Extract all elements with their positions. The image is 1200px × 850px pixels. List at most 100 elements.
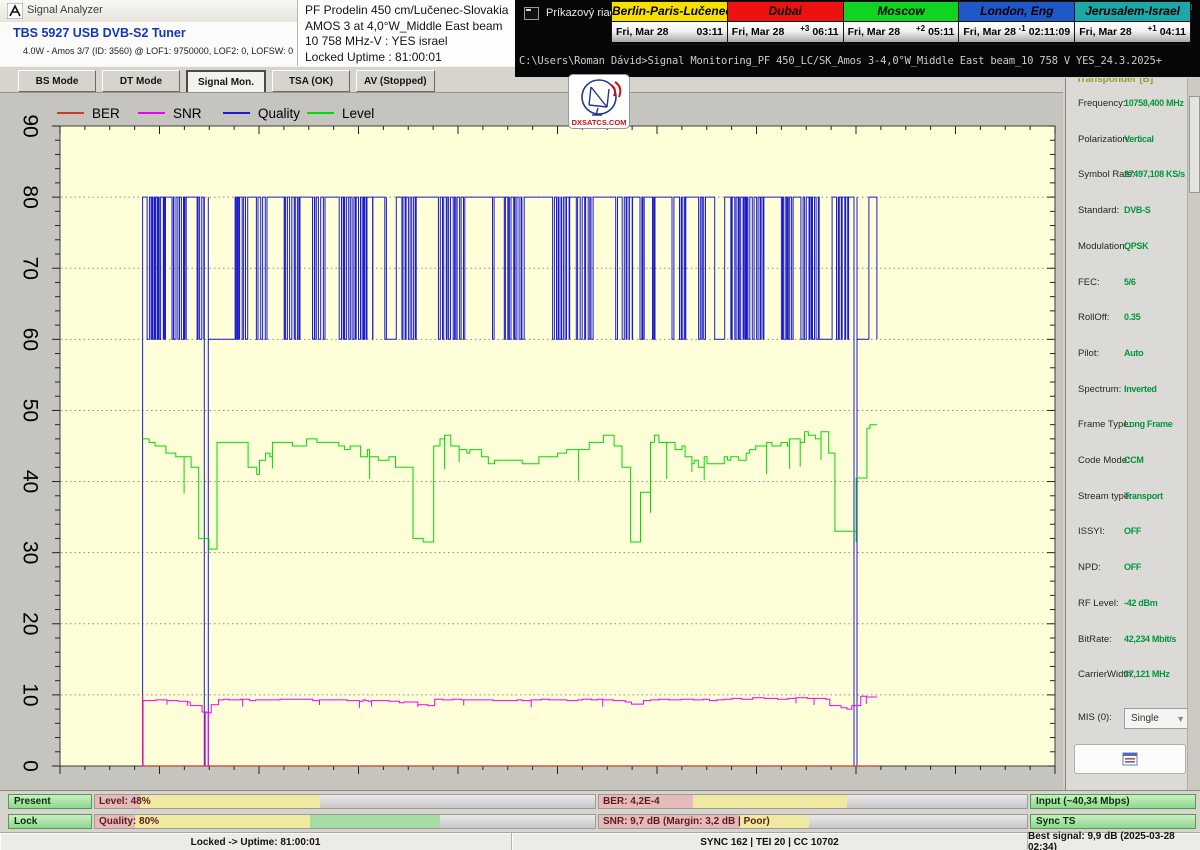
status-area: PresentLevel: 48% BER: 4,2E-4 Input (~40,3… <box>0 790 1200 833</box>
info-line: 10 758 MHz-V : YES israel <box>305 34 515 50</box>
param-label: Modulation: <box>1078 241 1127 252</box>
clock-city: Dubai <box>728 2 843 22</box>
clock-date: Fri, Mar 28 <box>1079 26 1132 38</box>
clock-time: 03:11 <box>697 26 723 38</box>
param-value: 5/6 <box>1124 277 1136 287</box>
param-label: NPD: <box>1078 562 1101 573</box>
list-icon <box>1122 752 1138 766</box>
param-label: RollOff: <box>1078 312 1110 323</box>
bottom-statusbar: Locked -> Uptime: 81:00:01 SYNC 162 | TE… <box>0 832 1200 850</box>
scrollbar-thumb[interactable] <box>1189 96 1200 193</box>
progress-segment <box>693 795 847 808</box>
world-clock: London, EngFri, Mar 28-102:11:09 <box>958 1 1075 45</box>
window-title: Signal Analyzer <box>27 4 103 16</box>
clock-utc-offset: +3 <box>800 24 809 33</box>
clock-time: 06:11 <box>812 26 838 38</box>
tuner-subtitle: 4.0W - Amos 3/7 (ID: 3560) @ LOF1: 97500… <box>23 46 293 56</box>
param-label: RF Level: <box>1078 598 1119 609</box>
progress-bar: SNR: 9,7 dB (Margin: 3,2 dB | Poor) <box>598 814 1028 829</box>
signal-chart: 0102030405060708090BERSNRQualityLevel <box>0 93 1063 791</box>
window-titlebar: Signal Analyzer <box>0 0 297 23</box>
param-value: OFF <box>1124 526 1141 536</box>
console-command-line[interactable]: C:\Users\Roman Dávid>Signal Monitoring_P… <box>519 55 1162 67</box>
world-clock: Jerusalem-Israel Fri, Mar 28 +104:11 <box>1074 1 1191 45</box>
clock-city: Jerusalem-Israel <box>1075 2 1190 22</box>
param-label: FEC: <box>1078 277 1100 288</box>
clock-date: Fri, Mar 28 <box>616 26 669 38</box>
param-label: Standard: <box>1078 205 1119 216</box>
world-clock: Dubai Fri, Mar 28 +306:11 <box>727 1 844 45</box>
tuner-title: TBS 5927 USB DVB-S2 Tuner <box>13 26 186 40</box>
legend-label-snr: SNR <box>173 106 202 121</box>
tuner-panel: TBS 5927 USB DVB-S2 Tuner 4.0W - Amos 3/… <box>0 22 297 66</box>
param-value: OFF <box>1124 562 1141 572</box>
signal-chart-panel: 0102030405060708090BERSNRQualityLevel <box>0 92 1063 791</box>
param-value: Transport <box>1124 491 1163 501</box>
progress-bar: Level: 48% <box>94 794 596 809</box>
mis-select[interactable]: Single ▼ <box>1124 708 1190 729</box>
clock-utc-offset: +2 <box>916 24 925 33</box>
clock-time-row: Fri, Mar 28-102:11:09 <box>959 22 1074 42</box>
clock-date: Fri, Mar 28 <box>732 26 785 38</box>
console-icon <box>524 7 539 20</box>
clock-time: 04:11 <box>1160 26 1186 38</box>
tab-signal-mon[interactable]: Signal Mon. <box>186 70 266 94</box>
tab-bs-mode[interactable]: BS Mode <box>18 70 96 92</box>
y-axis-label: 50 <box>19 399 42 422</box>
clock-time-row: Fri, Mar 28 03:11 <box>612 22 727 42</box>
signal-analyzer-icon <box>7 3 23 19</box>
status-badge: Lock <box>8 814 92 829</box>
clock-city: London, Eng <box>959 2 1074 22</box>
param-label: Frequency: <box>1078 98 1126 109</box>
console-window[interactable]: Príkazový riadok ─ □ C:\Users\Roman Dávi… <box>515 0 1200 77</box>
sidebar-scrollbar[interactable] <box>1187 78 1200 790</box>
param-label: ISSYI: <box>1078 526 1105 537</box>
param-value: Inverted <box>1124 384 1157 394</box>
info-line: Locked Uptime : 81:00:01 <box>305 50 515 66</box>
progress-bar: Quality: 80% <box>94 814 596 829</box>
tab-dt-mode[interactable]: DT Mode <box>102 70 180 92</box>
param-label: Polarization: <box>1078 134 1130 145</box>
progress-segment <box>140 795 320 808</box>
progress-segment <box>310 815 440 828</box>
param-value: CCM <box>1124 455 1144 465</box>
sidebar-header: Transponder [B] <box>1076 78 1153 85</box>
y-axis-label: 10 <box>19 683 42 706</box>
clock-utc-offset: +1 <box>1148 24 1157 33</box>
chevron-down-icon: ▼ <box>1176 714 1185 724</box>
status-badge: Input (~40,34 Mbps) <box>1030 794 1196 809</box>
tab-tsa-ok[interactable]: TSA (OK) <box>272 70 350 92</box>
info-line: PF Prodelin 450 cm/Lučenec-Slovakia <box>305 3 515 19</box>
progress-segment <box>135 815 310 828</box>
param-label: Pilot: <box>1078 348 1099 359</box>
statusbar-sync-counters: SYNC 162 | TEI 20 | CC 10702 <box>512 833 1028 850</box>
world-clock: Berlin-Paris-LučenecFri, Mar 2803:11 <box>611 1 728 45</box>
status-badge: Present <box>8 794 92 809</box>
y-axis-label: 80 <box>19 185 42 208</box>
param-value: 42,234 Mbit/s <box>1124 634 1176 644</box>
param-value: Long Frame <box>1124 419 1173 429</box>
statusbar-best-signal: Best signal: 9,9 dB (2025-03-28 02:34) <box>1028 833 1200 850</box>
y-axis-label: 20 <box>19 612 42 635</box>
clock-date: Fri, Mar 28 <box>848 26 901 38</box>
dxsatcs-logo: DXSATCS.COM <box>568 74 630 129</box>
param-value: DVB-S <box>1124 205 1151 215</box>
sidebar-tool-button[interactable] <box>1074 744 1186 774</box>
info-line: AMOS 3 at 4,0°W_Middle East beam <box>305 19 515 35</box>
clock-time-row: Fri, Mar 28 +104:11 <box>1075 22 1190 42</box>
tab-av-stopped[interactable]: AV (Stopped) <box>356 70 435 92</box>
clock-time-row: Fri, Mar 28+205:11 <box>844 22 959 42</box>
param-value: Vertical <box>1124 134 1154 144</box>
progress-label: SNR: 9,7 dB (Margin: 3,2 dB | Poor) <box>603 816 770 827</box>
y-axis-label: 90 <box>19 114 42 137</box>
antenna-info-panel: PF Prodelin 450 cm/Lučenec-SlovakiaAMOS … <box>297 0 515 66</box>
progress-bar: BER: 4,2E-4 <box>598 794 1028 809</box>
status-badge: Sync TS <box>1030 814 1196 829</box>
logo-text: DXSATCS.COM <box>572 118 627 127</box>
signal-analyzer-app: Signal Analyzer TBS 5927 USB DVB-S2 Tune… <box>0 0 1200 850</box>
param-value: 37,121 MHz <box>1124 669 1170 679</box>
progress-label: BER: 4,2E-4 <box>603 796 660 807</box>
y-axis-label: 60 <box>19 328 42 351</box>
y-axis-label: 40 <box>19 470 42 493</box>
clock-utc-offset: -1 <box>1019 24 1026 33</box>
